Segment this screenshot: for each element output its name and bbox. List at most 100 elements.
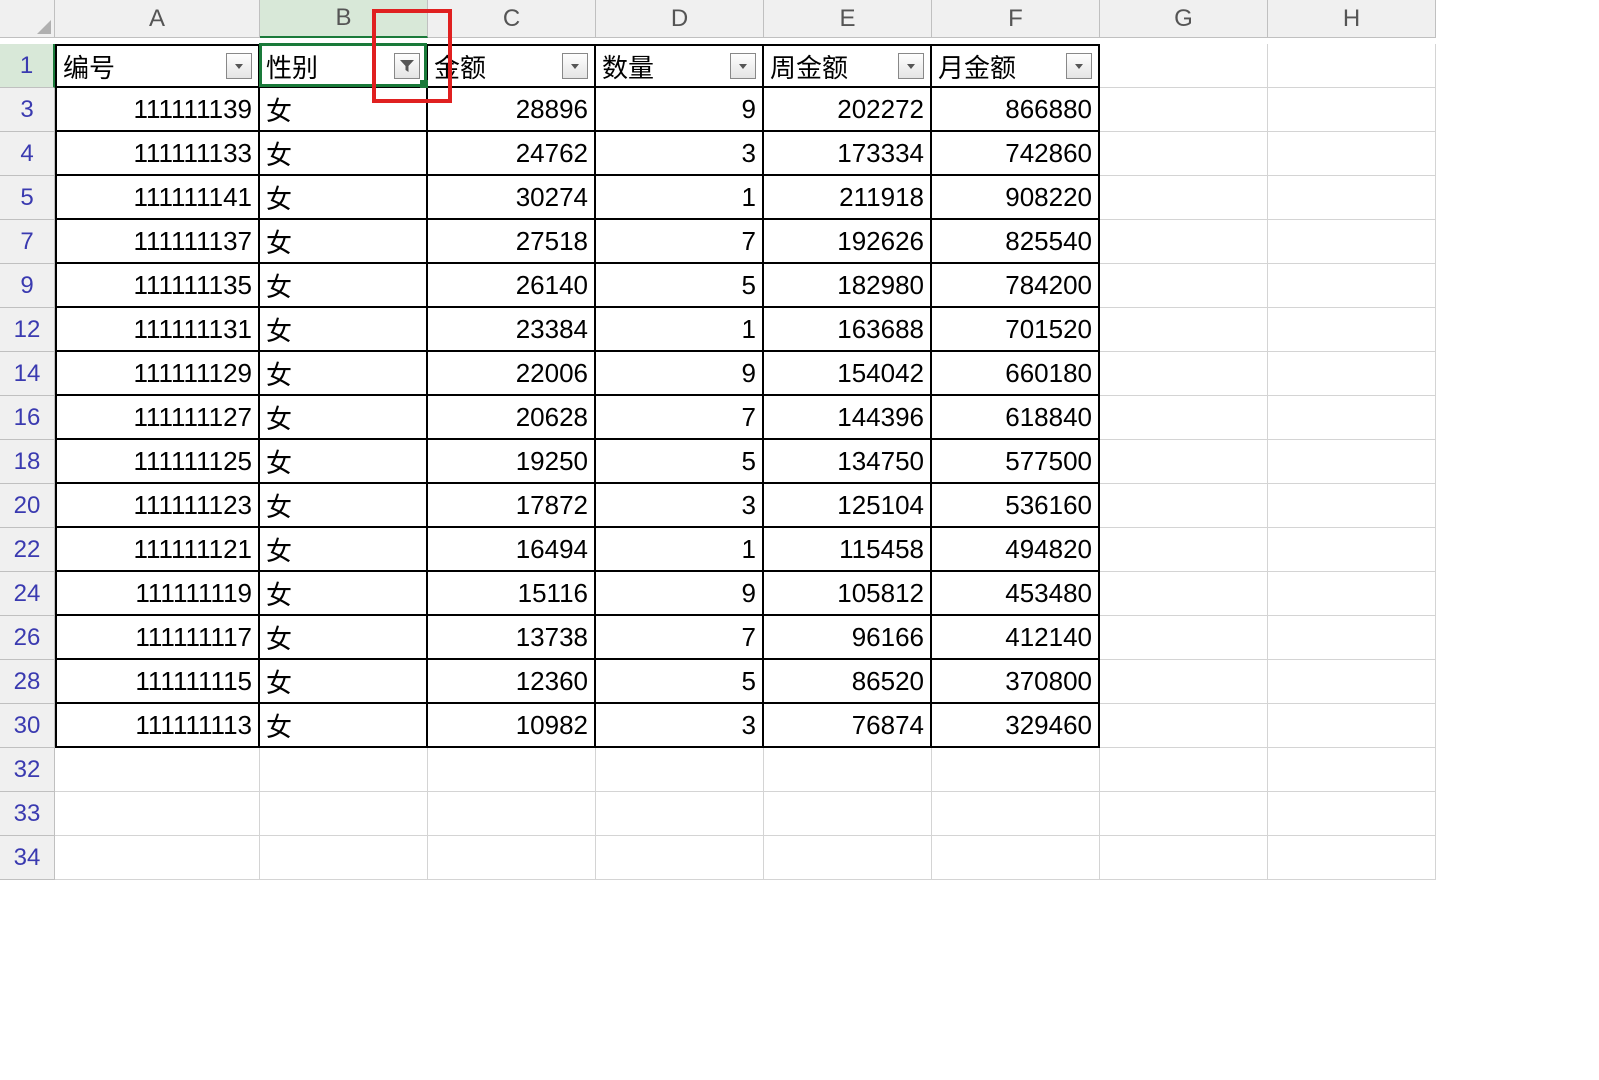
column-header-B[interactable]: B — [260, 0, 428, 38]
data-cell[interactable]: 111111117 — [55, 616, 260, 660]
data-cell[interactable]: 9 — [596, 352, 764, 396]
data-cell[interactable]: 9 — [596, 572, 764, 616]
header-cell-A[interactable]: 编号 — [55, 44, 260, 88]
empty-cell[interactable] — [1268, 792, 1436, 836]
data-cell[interactable]: 111111125 — [55, 440, 260, 484]
data-cell[interactable]: 370800 — [932, 660, 1100, 704]
data-cell[interactable]: 女 — [260, 704, 428, 748]
data-cell[interactable]: 3 — [596, 132, 764, 176]
data-cell[interactable]: 3 — [596, 484, 764, 528]
data-cell[interactable]: 女 — [260, 572, 428, 616]
header-cell-C[interactable]: 金额 — [428, 44, 596, 88]
empty-cell[interactable] — [260, 748, 428, 792]
row-header[interactable]: 9 — [0, 264, 55, 308]
data-cell[interactable]: 825540 — [932, 220, 1100, 264]
empty-cell[interactable] — [1268, 836, 1436, 880]
data-cell[interactable]: 453480 — [932, 572, 1100, 616]
data-cell[interactable]: 144396 — [764, 396, 932, 440]
data-cell[interactable]: 女 — [260, 484, 428, 528]
empty-cell[interactable] — [1100, 176, 1268, 220]
empty-cell[interactable] — [1268, 264, 1436, 308]
row-header[interactable]: 18 — [0, 440, 55, 484]
data-cell[interactable]: 577500 — [932, 440, 1100, 484]
data-cell[interactable]: 111111121 — [55, 528, 260, 572]
empty-cell[interactable] — [596, 792, 764, 836]
spreadsheet-grid[interactable]: ABCDEFGH1编号性别金额数量周金额月金额3111111139女288969… — [0, 0, 1599, 880]
empty-cell[interactable] — [1100, 132, 1268, 176]
data-cell[interactable]: 17872 — [428, 484, 596, 528]
data-cell[interactable]: 96166 — [764, 616, 932, 660]
column-header-H[interactable]: H — [1268, 0, 1436, 38]
data-cell[interactable]: 12360 — [428, 660, 596, 704]
header-cell-E[interactable]: 周金额 — [764, 44, 932, 88]
data-cell[interactable]: 20628 — [428, 396, 596, 440]
data-cell[interactable]: 111111127 — [55, 396, 260, 440]
data-cell[interactable]: 86520 — [764, 660, 932, 704]
filter-dropdown-icon[interactable] — [226, 53, 252, 79]
data-cell[interactable]: 211918 — [764, 176, 932, 220]
empty-cell[interactable] — [1268, 396, 1436, 440]
data-cell[interactable]: 908220 — [932, 176, 1100, 220]
empty-cell[interactable] — [1100, 220, 1268, 264]
data-cell[interactable]: 618840 — [932, 396, 1100, 440]
data-cell[interactable]: 134750 — [764, 440, 932, 484]
empty-cell[interactable] — [1100, 264, 1268, 308]
data-cell[interactable]: 701520 — [932, 308, 1100, 352]
column-header-G[interactable]: G — [1100, 0, 1268, 38]
empty-cell[interactable] — [55, 792, 260, 836]
data-cell[interactable]: 23384 — [428, 308, 596, 352]
empty-cell[interactable] — [1100, 572, 1268, 616]
select-all-corner[interactable] — [0, 0, 55, 38]
row-header[interactable]: 3 — [0, 88, 55, 132]
empty-cell[interactable] — [55, 748, 260, 792]
header-cell-D[interactable]: 数量 — [596, 44, 764, 88]
data-cell[interactable]: 女 — [260, 440, 428, 484]
empty-cell[interactable] — [1268, 660, 1436, 704]
empty-cell[interactable] — [1100, 704, 1268, 748]
row-header[interactable]: 1 — [0, 44, 55, 88]
data-cell[interactable]: 女 — [260, 528, 428, 572]
empty-cell[interactable] — [1100, 88, 1268, 132]
filter-dropdown-icon[interactable] — [730, 53, 756, 79]
empty-cell[interactable] — [1100, 616, 1268, 660]
empty-cell[interactable] — [428, 748, 596, 792]
empty-cell[interactable] — [1100, 440, 1268, 484]
data-cell[interactable]: 742860 — [932, 132, 1100, 176]
row-header[interactable]: 33 — [0, 792, 55, 836]
empty-cell[interactable] — [1268, 352, 1436, 396]
data-cell[interactable]: 115458 — [764, 528, 932, 572]
empty-cell[interactable] — [1268, 220, 1436, 264]
data-cell[interactable]: 866880 — [932, 88, 1100, 132]
data-cell[interactable]: 女 — [260, 396, 428, 440]
empty-cell[interactable] — [1100, 836, 1268, 880]
filter-dropdown-icon[interactable] — [562, 53, 588, 79]
empty-cell[interactable] — [1100, 748, 1268, 792]
data-cell[interactable]: 女 — [260, 352, 428, 396]
data-cell[interactable]: 494820 — [932, 528, 1100, 572]
data-cell[interactable]: 5 — [596, 440, 764, 484]
empty-cell[interactable] — [55, 836, 260, 880]
data-cell[interactable]: 536160 — [932, 484, 1100, 528]
data-cell[interactable]: 111111115 — [55, 660, 260, 704]
data-cell[interactable]: 女 — [260, 308, 428, 352]
data-cell[interactable]: 111111139 — [55, 88, 260, 132]
empty-cell[interactable] — [1100, 352, 1268, 396]
data-cell[interactable]: 173334 — [764, 132, 932, 176]
data-cell[interactable]: 125104 — [764, 484, 932, 528]
data-cell[interactable]: 192626 — [764, 220, 932, 264]
data-cell[interactable]: 111111131 — [55, 308, 260, 352]
empty-cell[interactable] — [1100, 308, 1268, 352]
data-cell[interactable]: 163688 — [764, 308, 932, 352]
filter-active-icon[interactable] — [394, 53, 420, 79]
data-cell[interactable]: 女 — [260, 660, 428, 704]
data-cell[interactable]: 111111135 — [55, 264, 260, 308]
data-cell[interactable]: 76874 — [764, 704, 932, 748]
column-header-E[interactable]: E — [764, 0, 932, 38]
data-cell[interactable]: 28896 — [428, 88, 596, 132]
empty-cell[interactable] — [1100, 484, 1268, 528]
data-cell[interactable]: 1 — [596, 528, 764, 572]
data-cell[interactable]: 女 — [260, 176, 428, 220]
empty-cell[interactable] — [596, 836, 764, 880]
empty-cell[interactable] — [1100, 792, 1268, 836]
column-header-F[interactable]: F — [932, 0, 1100, 38]
